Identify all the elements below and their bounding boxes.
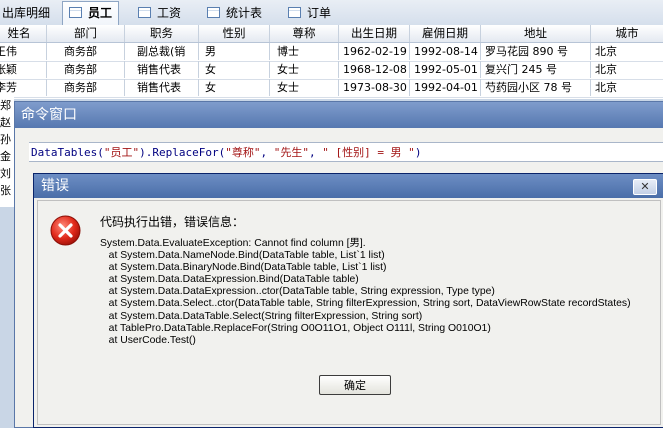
table-row[interactable]: 李芳 商务部 销售代表 女 女士 1973-08-30 1992-04-01 芍… <box>0 79 663 98</box>
row-fragment: 张 <box>0 184 11 197</box>
grid-header: 姓名 部门 职务 性别 尊称 出生日期 雇佣日期 地址 城市 <box>0 25 663 43</box>
row-fragment: 孙 <box>0 133 11 146</box>
table-cell[interactable]: 北京 <box>591 61 663 78</box>
column-header[interactable]: 性别 <box>199 25 270 42</box>
column-header[interactable]: 城市 <box>591 25 663 42</box>
table-cell[interactable]: 博士 <box>270 43 339 60</box>
table-cell[interactable]: 北京 <box>591 79 663 96</box>
table-cell[interactable]: 芍药园小区 78 号 <box>481 79 591 96</box>
command-token: ) <box>414 146 422 159</box>
error-heading: 代码执行出错，错误信息： <box>100 215 245 229</box>
table-cell[interactable]: 1968-12-08 <box>339 61 410 78</box>
error-panel: 代码执行出错，错误信息： System.Data.EvaluateExcepti… <box>37 200 661 425</box>
tab-statistics[interactable]: 统计表 <box>201 2 268 24</box>
row-fragment: 金 <box>0 150 11 163</box>
error-message: System.Data.EvaluateException: Cannot fi… <box>100 238 631 346</box>
command-token: "先生" <box>273 146 309 159</box>
close-button[interactable]: ✕ <box>633 179 657 195</box>
error-icon <box>50 215 81 246</box>
table-cell[interactable]: 男 <box>199 43 270 60</box>
table-cell[interactable]: 副总裁(销 <box>125 43 199 60</box>
tab-bar: 出库明细 员工 工资 统计表 订单 <box>0 0 663 26</box>
error-dialog[interactable]: 错误 ✕ 代码执行出错，错误信息： System.Data.EvaluateEx… <box>33 173 663 428</box>
table-cell[interactable]: 商务部 <box>47 61 125 78</box>
table-cell[interactable]: 销售代表 <box>125 61 199 78</box>
table-cell[interactable]: 1973-08-30 <box>339 79 410 96</box>
tab-orders[interactable]: 订单 <box>282 2 337 24</box>
column-header[interactable]: 雇佣日期 <box>410 25 481 42</box>
row-fragment: 刘 <box>0 167 11 180</box>
table-row[interactable]: 张颖 商务部 销售代表 女 女士 1968-12-08 1992-05-01 复… <box>0 61 663 80</box>
table-cell[interactable]: 商务部 <box>47 79 125 96</box>
tab-salary[interactable]: 工资 <box>132 2 187 24</box>
close-icon: ✕ <box>640 180 650 193</box>
command-token: " [性别] = 男 " <box>322 146 415 159</box>
table-icon <box>138 7 151 18</box>
employee-grid[interactable]: 姓名 部门 职务 性别 尊称 出生日期 雇佣日期 地址 城市 王伟 商务部 副总… <box>0 25 663 99</box>
column-header[interactable]: 地址 <box>481 25 591 42</box>
table-cell[interactable]: 1992-04-01 <box>410 79 481 96</box>
table-cell[interactable]: 1962-02-19 <box>339 43 410 60</box>
table-cell[interactable]: 罗马花园 890 号 <box>481 43 591 60</box>
table-cell[interactable]: 女 <box>199 79 270 96</box>
command-token: "员工" <box>103 146 140 159</box>
column-header[interactable]: 姓名 <box>0 25 47 42</box>
tab-employees[interactable]: 员工 <box>62 1 120 26</box>
table-cell[interactable]: 张颖 <box>0 61 47 78</box>
table-cell[interactable]: 李芳 <box>0 79 47 96</box>
column-header[interactable]: 出生日期 <box>339 25 410 42</box>
table-cell[interactable]: 女士 <box>270 79 339 96</box>
row-fragment: 赵 <box>0 116 11 129</box>
tab-outbound-details[interactable]: 出库明细 <box>0 2 56 24</box>
table-row[interactable]: 王伟 商务部 副总裁(销 男 博士 1962-02-19 1992-08-14 … <box>0 43 663 62</box>
table-cell[interactable]: 女 <box>199 61 270 78</box>
table-cell[interactable]: 女士 <box>270 61 339 78</box>
table-cell[interactable]: 1992-08-14 <box>410 43 481 60</box>
command-editor[interactable]: DataTables("员工").ReplaceFor("尊称", "先生", … <box>29 142 663 162</box>
table-cell[interactable]: 商务部 <box>47 43 125 60</box>
table-cell[interactable]: 北京 <box>591 43 663 60</box>
table-cell[interactable]: 王伟 <box>0 43 47 60</box>
column-header[interactable]: 尊称 <box>270 25 339 42</box>
grid-rows-hidden-edge: 郑 赵 孙 金 刘 张 <box>0 97 14 207</box>
command-token: DataTables( <box>31 146 104 159</box>
table-cell[interactable]: 销售代表 <box>125 79 199 96</box>
command-window-title[interactable]: 命令窗口 <box>15 102 663 128</box>
table-cell[interactable]: 复兴门 245 号 <box>481 61 591 78</box>
table-icon <box>69 7 82 18</box>
command-token: , <box>260 146 274 159</box>
error-dialog-title[interactable]: 错误 <box>34 174 663 198</box>
command-token: "尊称" <box>225 146 261 159</box>
table-icon <box>207 7 220 18</box>
table-cell[interactable]: 1992-05-01 <box>410 61 481 78</box>
table-icon <box>288 7 301 18</box>
column-header[interactable]: 职务 <box>125 25 199 42</box>
command-token: , <box>308 146 323 159</box>
row-fragment: 郑 <box>0 99 11 112</box>
column-header[interactable]: 部门 <box>47 25 125 42</box>
ok-button[interactable]: 确定 <box>319 375 391 395</box>
command-token: ).ReplaceFor( <box>139 146 226 159</box>
